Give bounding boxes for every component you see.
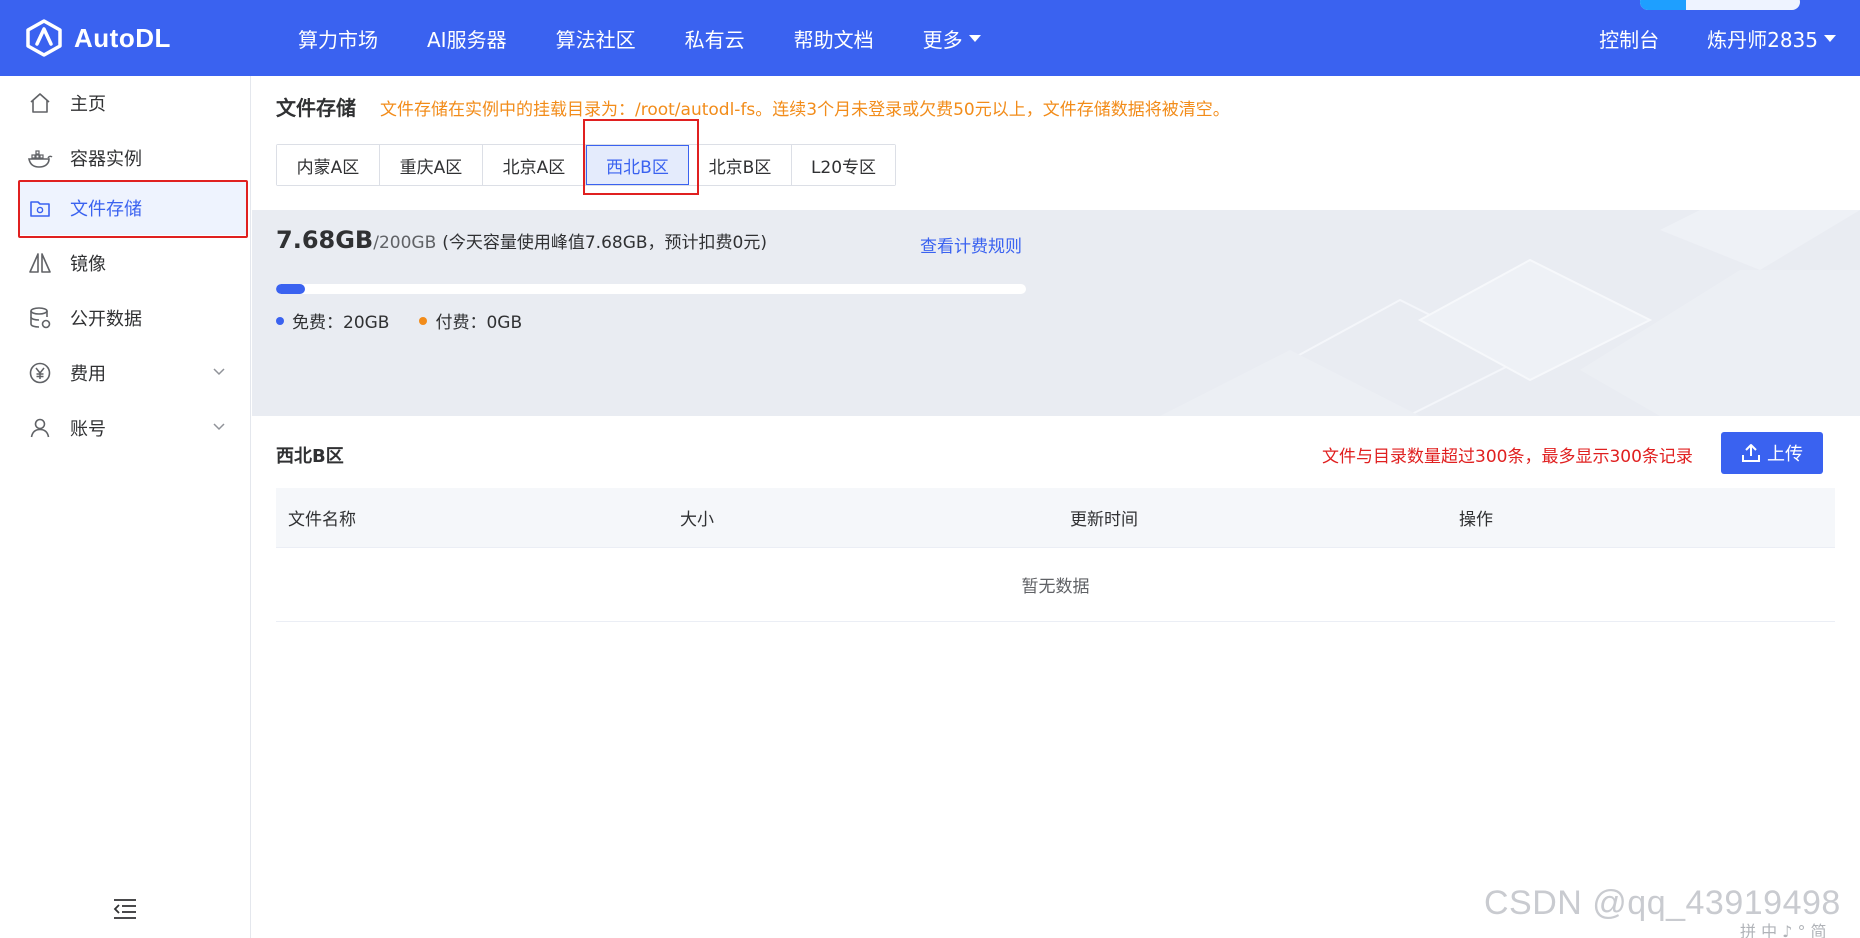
- database-icon: [26, 304, 54, 332]
- sidebar-item-home[interactable]: 主页: [20, 76, 248, 130]
- top-banner-pill: [1640, 0, 1800, 10]
- storage-notice: 文件存储在实例中的挂载目录为：/root/autodl-fs。连续3个月未登录或…: [380, 100, 1230, 120]
- ime-toolbar: 拼 中 ♪ ° 简: [1740, 922, 1827, 938]
- collapse-sidebar-icon[interactable]: [112, 898, 138, 920]
- legend-paid: 付费：0GB: [419, 308, 522, 333]
- legend-free: 免费：20GB: [276, 308, 389, 333]
- caret-down-icon: [968, 34, 981, 42]
- main-content: 文件存储 文件存储在实例中的挂载目录为：/root/autodl-fs。连续3个…: [252, 76, 1860, 938]
- sidebar-item-label: 公开数据: [70, 309, 142, 330]
- console-link[interactable]: 控制台: [1599, 24, 1659, 53]
- usage-summary: 7.68GB /200GB (今天容量使用峰值7.68GB，预计扣费0元): [276, 226, 767, 254]
- sidebar-item-images[interactable]: 镜像: [20, 236, 248, 290]
- user-name-label: 炼丹师2835: [1707, 27, 1818, 52]
- record-limit-note: 文件与目录数量超过300条，最多显示300条记录: [1322, 447, 1693, 467]
- sidebar-item-label: 容器实例: [70, 149, 142, 170]
- billing-rules-link[interactable]: 查看计费规则: [920, 232, 1022, 257]
- column-header-actions: 操作: [1459, 510, 1493, 530]
- background-decoration: [1160, 210, 1860, 416]
- chevron-down-icon: [213, 368, 225, 376]
- brand-name: AutoDL: [74, 22, 171, 53]
- total-capacity: /200GB: [373, 233, 437, 253]
- nav-more-label: 更多: [922, 27, 963, 52]
- sidebar-item-label: 主页: [70, 94, 106, 115]
- legend-paid-label: 付费：0GB: [435, 313, 523, 333]
- sidebar-item-label: 账号: [70, 419, 106, 440]
- sidebar-item-label: 镜像: [70, 254, 106, 275]
- user-menu[interactable]: 炼丹师2835: [1707, 24, 1836, 53]
- sidebar-item-billing[interactable]: 费用: [20, 346, 248, 400]
- column-header-name: 文件名称: [288, 510, 356, 530]
- chevron-down-icon: [213, 423, 225, 431]
- sidebar-item-containers[interactable]: 容器实例: [20, 131, 248, 185]
- table-header: 文件名称 大小 更新时间 操作: [276, 488, 1835, 548]
- usage-progress-fill: [276, 284, 305, 294]
- tab-beijing-b[interactable]: 北京B区: [689, 145, 792, 185]
- tab-chongqing-a[interactable]: 重庆A区: [380, 145, 483, 185]
- nav-compute-market[interactable]: 算力市场: [298, 24, 378, 53]
- nav-more-dropdown[interactable]: 更多: [923, 24, 981, 53]
- docker-icon: [26, 144, 54, 172]
- tab-highlight-box: [583, 119, 699, 195]
- used-capacity: 7.68GB: [276, 226, 374, 254]
- brand-logo[interactable]: AutoDL: [24, 18, 264, 58]
- sidebar-item-account[interactable]: 账号: [20, 401, 248, 455]
- upload-label: 上传: [1767, 444, 1803, 465]
- usage-peak-note: (今天容量使用峰值7.68GB，预计扣费0元): [442, 233, 768, 253]
- nav-private-cloud[interactable]: 私有云: [685, 24, 745, 53]
- sidebar-item-public-data[interactable]: 公开数据: [20, 291, 248, 345]
- usage-panel: 7.68GB /200GB (今天容量使用峰值7.68GB，预计扣费0元) 查看…: [252, 210, 1860, 416]
- sidebar-item-label: 费用: [70, 364, 106, 385]
- nav-algorithm-community[interactable]: 算法社区: [556, 24, 636, 53]
- caret-down-icon: [1824, 34, 1836, 42]
- usage-legend: 免费：20GB 付费：0GB: [276, 308, 552, 333]
- top-right-area: 控制台 炼丹师2835: [1599, 0, 1836, 76]
- blue-dot-icon: [276, 316, 284, 325]
- column-header-size: 大小: [680, 510, 714, 530]
- region-title: 西北B区: [276, 446, 344, 467]
- column-header-updated: 更新时间: [1070, 510, 1138, 530]
- user-icon: [26, 414, 54, 442]
- mirror-icon: [26, 249, 54, 277]
- page-title: 文件存储: [276, 96, 356, 120]
- upload-button[interactable]: 上传: [1721, 432, 1823, 474]
- home-icon: [26, 89, 54, 117]
- legend-free-label: 免费：20GB: [292, 313, 390, 333]
- nav-ai-server[interactable]: AI服务器: [427, 24, 507, 53]
- usage-progress-bar: [276, 284, 1026, 294]
- upload-icon: [1742, 444, 1760, 462]
- main-nav: 算力市场 AI服务器 算法社区 私有云 帮助文档 更多: [298, 24, 1030, 53]
- empty-table-text: 暂无数据: [276, 548, 1835, 622]
- yen-icon: [26, 359, 54, 387]
- file-table: 文件名称 大小 更新时间 操作 暂无数据: [276, 488, 1835, 622]
- tab-l20[interactable]: L20专区: [792, 145, 895, 185]
- top-navbar: AutoDL 算力市场 AI服务器 算法社区 私有云 帮助文档 更多 控制台 炼…: [0, 0, 1860, 76]
- sidebar-highlight-box: [18, 180, 248, 238]
- nav-help-docs[interactable]: 帮助文档: [794, 24, 874, 53]
- tab-beijing-a[interactable]: 北京A区: [483, 145, 586, 185]
- orange-dot-icon: [419, 316, 428, 325]
- tab-neimeng-a[interactable]: 内蒙A区: [277, 145, 380, 185]
- autodl-logo-icon: [26, 19, 62, 57]
